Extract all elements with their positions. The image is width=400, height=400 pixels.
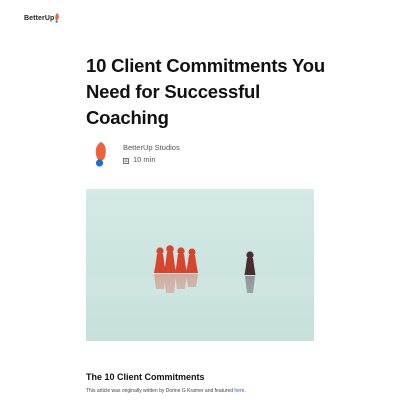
betterup-logo-icon[interactable] <box>54 10 60 23</box>
attribution-link[interactable]: here <box>234 388 244 394</box>
author-byline: BetterUp Studios 10 min <box>92 140 180 168</box>
hero-image <box>86 189 314 341</box>
author-info: BetterUp Studios 10 min <box>123 143 180 164</box>
attribution-prefix: This article was originally written by D… <box>86 388 235 394</box>
pawns-image <box>86 189 314 341</box>
read-time: 10 min <box>123 155 180 164</box>
author-avatar[interactable] <box>92 140 110 168</box>
logo-text[interactable]: BetterUp <box>24 15 54 22</box>
site-header: BetterUp <box>24 10 60 26</box>
section-title: The 10 Client Commitments <box>86 372 205 382</box>
article-title: 10 Client Commitments You Need for Succe… <box>86 55 325 128</box>
author-name[interactable]: BetterUp Studios <box>123 143 180 152</box>
attribution-suffix: . <box>244 388 246 394</box>
read-time-label: 10 min <box>133 155 156 164</box>
book-icon <box>123 157 129 164</box>
attribution-text: This article was originally written by D… <box>86 388 246 394</box>
